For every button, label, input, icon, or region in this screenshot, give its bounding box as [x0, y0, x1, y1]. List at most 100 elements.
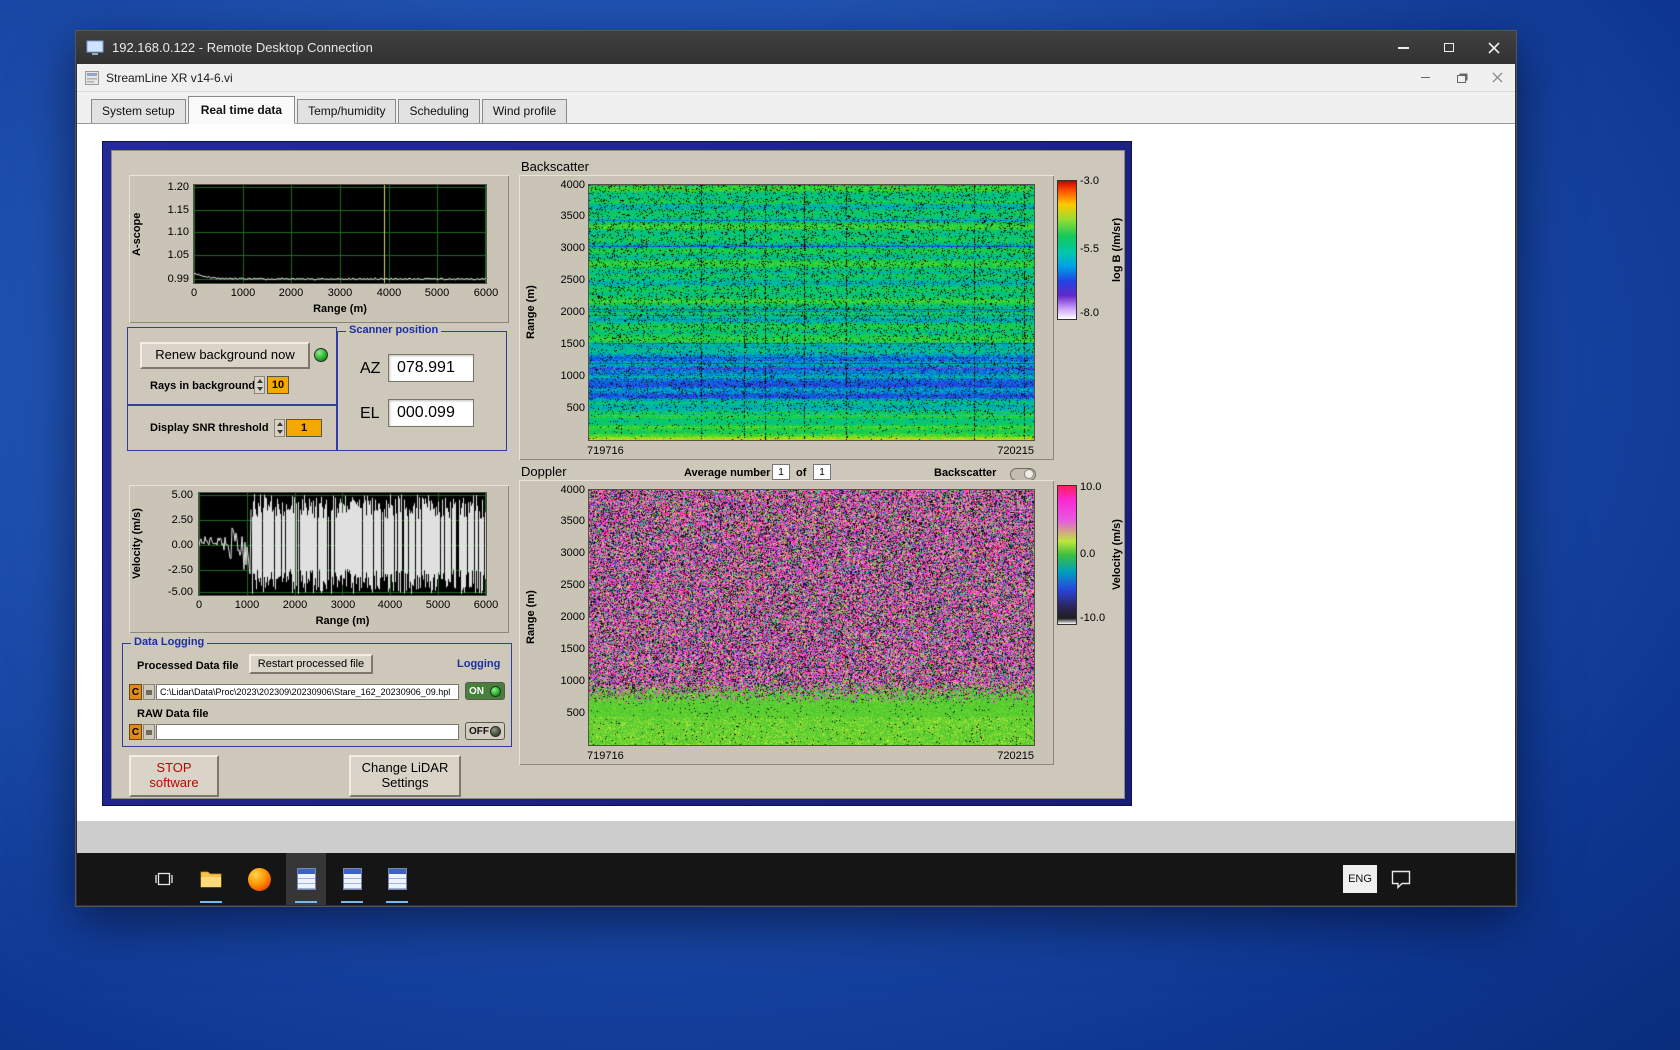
change-button-line2: Settings: [381, 775, 429, 790]
main-panel-frame: A-scope 1.20 1.15 1.10 1.05 0.99 0 1000 …: [102, 141, 1132, 806]
velocity-ytick: 5.00: [171, 489, 193, 501]
az-label: AZ: [360, 360, 381, 377]
restart-processed-file-button[interactable]: Restart processed file: [249, 654, 373, 674]
labview-vi-icon: [85, 70, 99, 85]
doppler-ytick: 2500: [560, 579, 585, 591]
app-close-button[interactable]: [1479, 64, 1515, 91]
processed-data-file-path[interactable]: C:\Lidar\Data\Proc\2023\202309\20230906\…: [156, 684, 459, 700]
minimize-icon: [1398, 46, 1409, 49]
raw-browse-icon[interactable]: [143, 724, 155, 740]
ascope-xtick: 2000: [278, 287, 304, 299]
task-view-button[interactable]: [144, 853, 184, 905]
increment-icon: [256, 379, 263, 383]
backscatter-graph: Range (m) 4000 3500 3000 2500 2000 1500 …: [519, 175, 1054, 460]
doppler-graph: Range (m) 4000 3500 3000 2500 2000 1500 …: [519, 480, 1054, 765]
velocity-xtick: 1000: [234, 599, 260, 611]
raw-drive-selector[interactable]: C: [129, 724, 142, 740]
remote-desktop-screen: StreamLine XR v14-6.vi System setup Real…: [77, 64, 1515, 905]
doppler-ytick: 3000: [560, 547, 585, 559]
processed-browse-icon[interactable]: [143, 684, 155, 700]
az-value-display: 078.991: [388, 354, 474, 382]
backscatter-ytick: 1500: [560, 338, 585, 350]
doppler-ytick: 500: [566, 707, 585, 719]
tab-system-setup[interactable]: System setup: [91, 99, 186, 123]
average-of-value[interactable]: 1: [813, 464, 831, 480]
snr-spinner[interactable]: [274, 419, 285, 437]
streamline-taskbar-button[interactable]: [286, 853, 326, 905]
open-app-indicator: [200, 901, 222, 903]
tab-real-time-data[interactable]: Real time data: [187, 96, 296, 124]
rays-in-background-label: Rays in background: [150, 380, 256, 392]
backscatter-canvas: [588, 184, 1035, 441]
ascope-xtick: 4000: [376, 287, 402, 299]
ascope-canvas: [193, 184, 487, 284]
of-label: of: [796, 467, 807, 479]
doppler-x-start: 719716: [587, 750, 624, 762]
rdp-window-controls: [1381, 31, 1516, 64]
streamline-app-window: StreamLine XR v14-6.vi System setup Real…: [77, 64, 1515, 821]
tab-bar: System setup Real time data Temp/humidit…: [77, 92, 1515, 124]
doppler-colorbar-label: Velocity (m/s): [1111, 519, 1123, 591]
doppler-ytick: 3500: [560, 515, 585, 527]
tab-wind-profile[interactable]: Wind profile: [481, 99, 568, 123]
backscatter-x-start: 719716: [587, 445, 624, 457]
rdp-titlebar[interactable]: 192.168.0.122 - Remote Desktop Connectio…: [76, 31, 1516, 64]
backscatter-colorbar-label: log B (/m/sr): [1111, 217, 1123, 283]
app-window-title: StreamLine XR v14-6.vi: [106, 70, 233, 85]
doppler-ytick: 2000: [560, 611, 585, 623]
raw-data-file-path[interactable]: [156, 724, 459, 740]
raw-logging-toggle[interactable]: OFF: [465, 722, 505, 740]
task-view-icon: [155, 872, 173, 886]
vi-app-icon: [342, 868, 362, 890]
ascope-xtick: 6000: [473, 287, 499, 299]
rdp-close-button[interactable]: [1471, 31, 1516, 64]
doppler-ytick: 1500: [560, 643, 585, 655]
doppler-x-end: 720215: [997, 750, 1034, 762]
firefox-button[interactable]: [239, 853, 279, 905]
ascope-ytick: 1.15: [167, 204, 189, 216]
app-restore-button[interactable]: [1443, 64, 1479, 91]
ascope-x-axis-label: Range (m): [313, 303, 367, 315]
ascope-ytick: 1.05: [167, 249, 189, 261]
snr-threshold-value[interactable]: 1: [286, 419, 322, 437]
logging-on-led: [490, 685, 501, 697]
vi-taskbar-button[interactable]: [377, 853, 417, 905]
notification-center-button[interactable]: [1381, 853, 1421, 905]
renew-background-button[interactable]: Renew background now: [140, 342, 310, 369]
el-value-display: 000.099: [388, 399, 474, 427]
backscatter-ytick: 4000: [560, 179, 585, 191]
tab-temp-humidity[interactable]: Temp/humidity: [297, 99, 397, 123]
ascope-ytick: 1.20: [167, 181, 189, 193]
stop-software-button[interactable]: STOP software: [129, 755, 219, 797]
average-number-value[interactable]: 1: [772, 464, 790, 480]
app-minimize-button[interactable]: [1407, 64, 1443, 91]
tab-scheduling[interactable]: Scheduling: [398, 99, 480, 123]
rdp-window: 192.168.0.122 - Remote Desktop Connectio…: [75, 30, 1517, 907]
remote-desktop-icon: [86, 40, 104, 56]
off-label: OFF: [469, 725, 489, 737]
backscatter-colorbar-tick: -3.0: [1080, 175, 1099, 187]
vi-app-icon: [387, 868, 407, 890]
rays-spinner[interactable]: [254, 376, 265, 394]
rdp-minimize-button[interactable]: [1381, 31, 1426, 64]
notification-icon: [1391, 870, 1411, 889]
change-lidar-settings-button[interactable]: Change LiDAR Settings: [349, 755, 461, 797]
app-titlebar[interactable]: StreamLine XR v14-6.vi: [77, 64, 1515, 92]
file-explorer-button[interactable]: [191, 853, 231, 905]
processed-logging-toggle[interactable]: ON: [465, 682, 505, 700]
doppler-ytick: 4000: [560, 484, 585, 496]
backscatter-ytick: 3000: [560, 242, 585, 254]
ascope-ytick: 0.99: [167, 273, 189, 285]
velocity-xtick: 3000: [330, 599, 356, 611]
ascope-xtick: 5000: [424, 287, 450, 299]
rays-in-background-value[interactable]: 10: [267, 376, 289, 394]
scan-scheduler-taskbar-button[interactable]: [332, 853, 372, 905]
velocity-ytick: 2.50: [171, 514, 193, 526]
language-indicator[interactable]: ENG: [1343, 865, 1377, 893]
stop-button-line2: software: [149, 775, 199, 790]
processed-drive-selector[interactable]: C: [129, 684, 142, 700]
front-panel: A-scope 1.20 1.15 1.10 1.05 0.99 0 1000 …: [77, 124, 1515, 821]
background-led: [314, 348, 328, 362]
rdp-maximize-button[interactable]: [1426, 31, 1471, 64]
velocity-ytick: 0.00: [171, 539, 193, 551]
